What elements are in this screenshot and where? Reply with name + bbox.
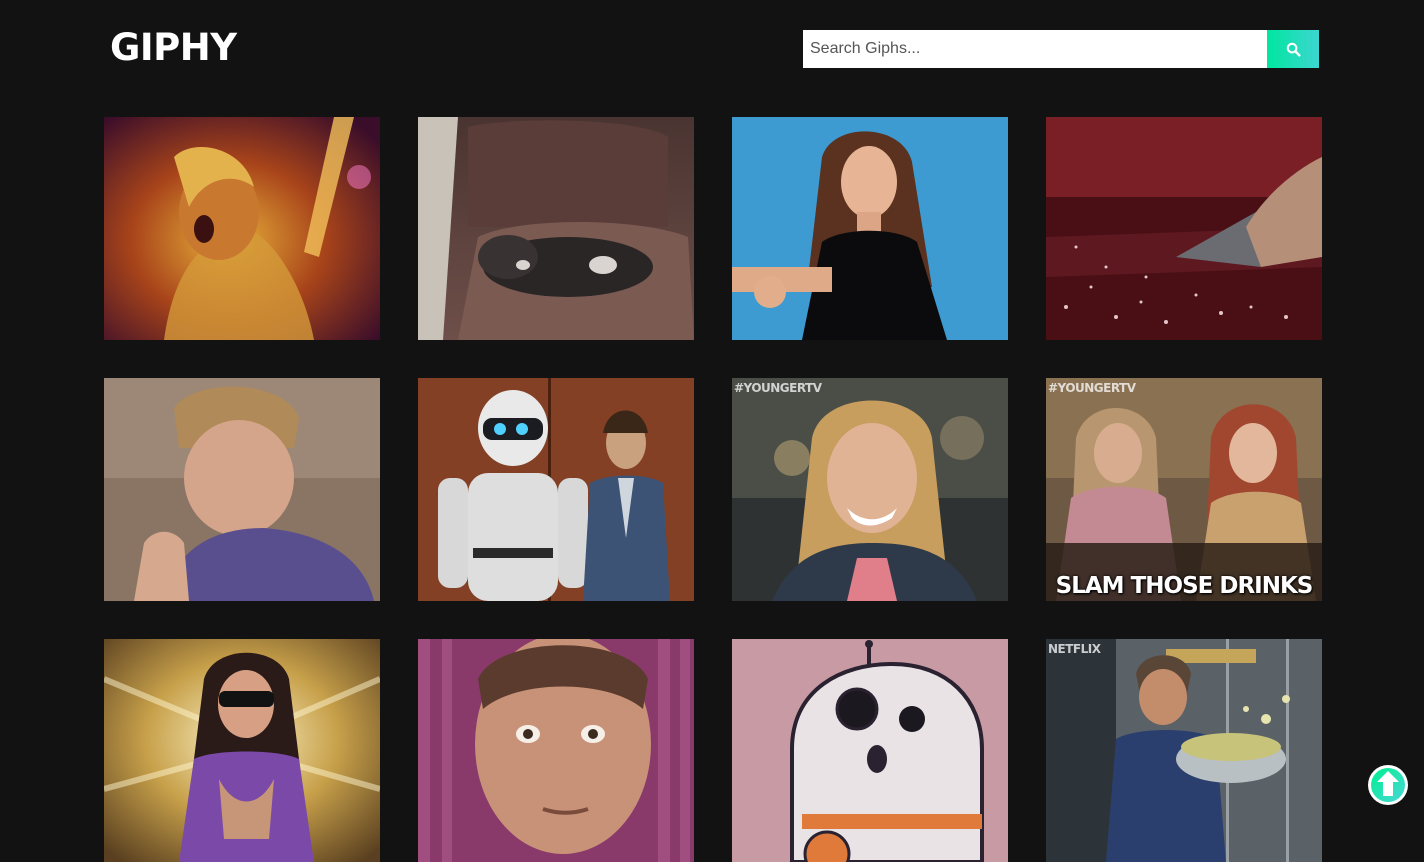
- gif-image: [104, 117, 380, 340]
- gif-tile[interactable]: NETFLIX: [1046, 639, 1322, 862]
- gif-watermark: #YOUNGERTV: [1048, 381, 1136, 395]
- gif-caption: SLAM THOSE DRINKS: [1055, 573, 1314, 599]
- search-bar: [803, 30, 1319, 68]
- gif-image: [1046, 117, 1322, 340]
- gif-image: [732, 378, 1008, 601]
- header: GIPHY: [0, 0, 1424, 100]
- gif-grid: #YOUNGERTV #YOUNGERTV SLAM THOSE DRINKS: [104, 117, 1322, 862]
- search-icon: [1286, 42, 1301, 57]
- gif-watermark: NETFLIX: [1048, 642, 1101, 656]
- gif-image: [418, 378, 694, 601]
- arrow-up-circle-icon: [1368, 765, 1408, 805]
- gif-image: [1046, 639, 1322, 862]
- gif-tile[interactable]: [418, 117, 694, 340]
- gif-tile[interactable]: [418, 378, 694, 601]
- gif-watermark: #YOUNGERTV: [734, 381, 822, 395]
- gif-tile[interactable]: [732, 117, 1008, 340]
- gif-image: [1046, 378, 1322, 601]
- gif-tile[interactable]: [104, 639, 380, 862]
- gif-image: [104, 639, 380, 862]
- gif-image: [418, 639, 694, 862]
- gif-tile[interactable]: [104, 378, 380, 601]
- giphy-logo[interactable]: GIPHY: [110, 27, 237, 69]
- gif-tile[interactable]: [104, 117, 380, 340]
- gif-tile[interactable]: #YOUNGERTV SLAM THOSE DRINKS: [1046, 378, 1322, 601]
- search-button[interactable]: [1267, 30, 1319, 68]
- scroll-to-top-button[interactable]: [1367, 758, 1409, 812]
- gif-tile[interactable]: [418, 639, 694, 862]
- gif-image: [732, 117, 1008, 340]
- gif-tile[interactable]: #YOUNGERTV: [732, 378, 1008, 601]
- gif-tile[interactable]: [732, 639, 1008, 862]
- gif-tile[interactable]: [1046, 117, 1322, 340]
- gif-image: [418, 117, 694, 340]
- gif-image: [732, 639, 1008, 862]
- gif-image: [104, 378, 380, 601]
- search-input[interactable]: [803, 30, 1267, 68]
